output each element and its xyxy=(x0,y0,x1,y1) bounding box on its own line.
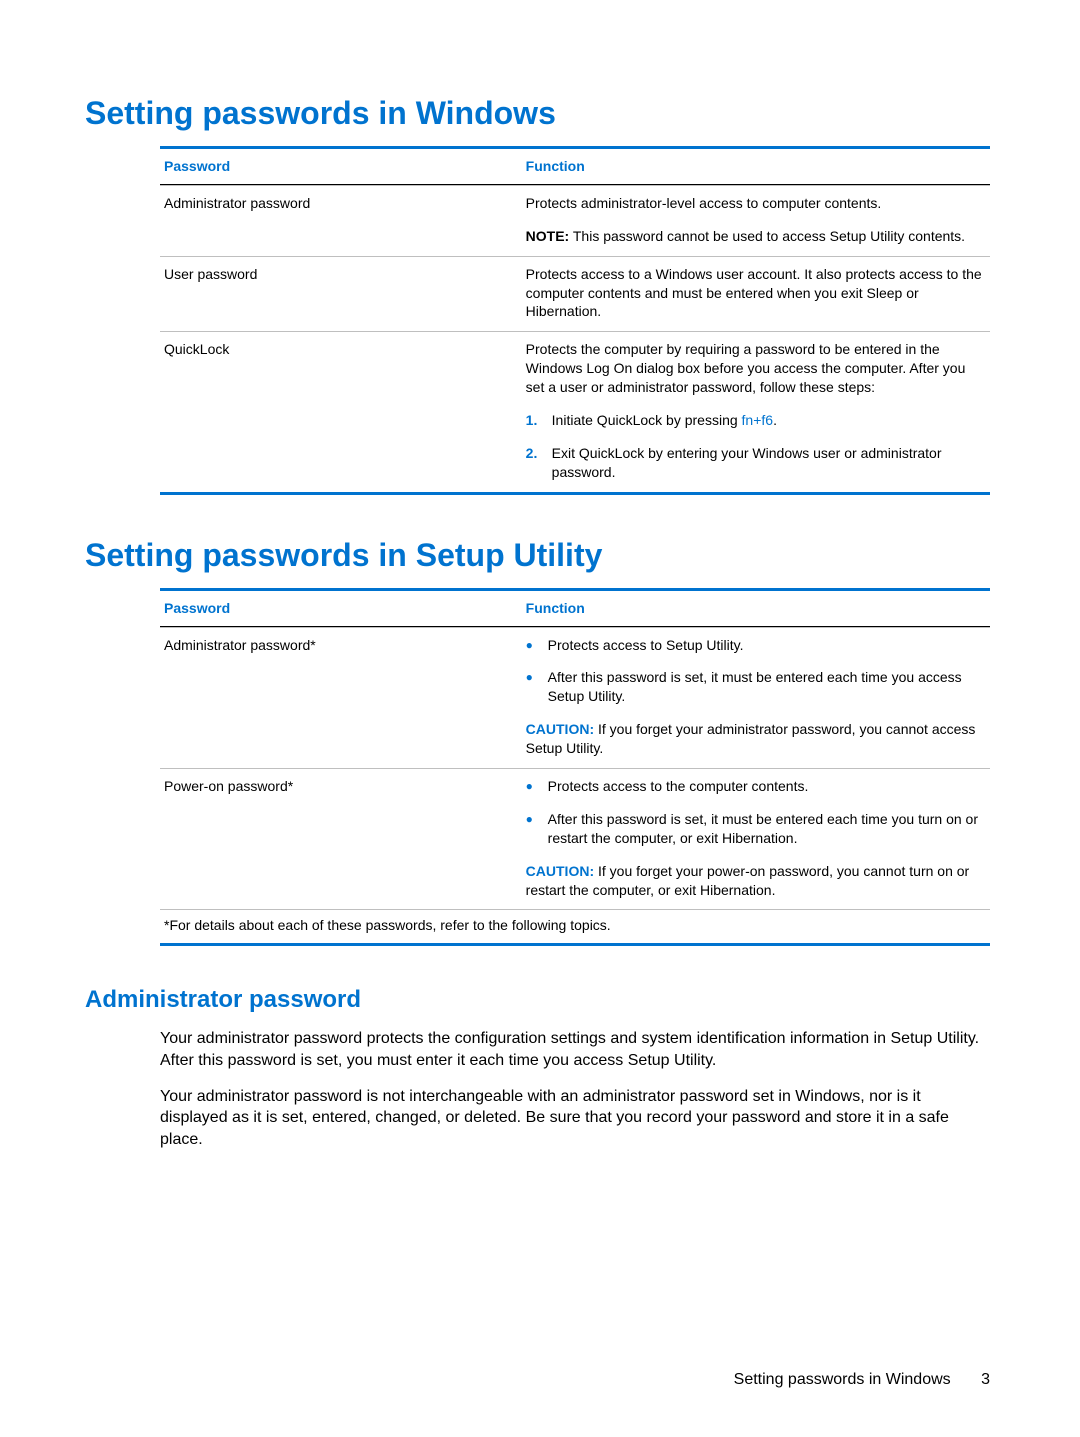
table-footnote: *For details about each of these passwor… xyxy=(160,909,990,943)
caution-text: If you forget your administrator passwor… xyxy=(526,721,976,756)
bullet-icon: ● xyxy=(526,636,534,655)
cell-password-name: User password xyxy=(164,265,526,322)
bullet-item: ● Protects access to Setup Utility. xyxy=(526,636,986,655)
table-row: User password Protects access to a Windo… xyxy=(160,256,990,332)
heading-setup-utility-passwords: Setting passwords in Setup Utility xyxy=(85,537,990,574)
heading-administrator-password: Administrator password xyxy=(85,986,990,1014)
bullet-text: Protects access to Setup Utility. xyxy=(548,636,744,655)
key-combo: fn+f6 xyxy=(742,412,774,428)
step-2: 2. Exit QuickLock by entering your Windo… xyxy=(526,444,986,482)
paragraph: Your administrator password protects the… xyxy=(160,1028,990,1071)
table-header-row: Password Function xyxy=(160,591,990,627)
cell-password-name: Administrator password* xyxy=(164,636,526,758)
note-block: NOTE: This password cannot be used to ac… xyxy=(526,227,986,246)
paragraph: Your administrator password is not inter… xyxy=(160,1086,990,1151)
table-row: QuickLock Protects the computer by requi… xyxy=(160,331,990,491)
note-label: NOTE: xyxy=(526,228,570,244)
table-row: Administrator password* ● Protects acces… xyxy=(160,627,990,768)
bullet-text: After this password is set, it must be e… xyxy=(548,810,986,848)
bullet-icon: ● xyxy=(526,777,534,796)
cell-function: Protects administrator-level access to c… xyxy=(526,194,986,246)
table-windows-passwords: Password Function Administrator password… xyxy=(160,146,990,495)
caution-label: CAUTION: xyxy=(526,863,594,879)
document-page: Setting passwords in Windows Password Fu… xyxy=(0,0,1080,1200)
step-text-part: Initiate QuickLock by pressing xyxy=(552,412,742,428)
cell-password-name: Power-on password* xyxy=(164,777,526,899)
step-number: 1. xyxy=(526,411,538,430)
step-text: Initiate QuickLock by pressing fn+f6. xyxy=(552,411,777,430)
cell-function: ● Protects access to Setup Utility. ● Af… xyxy=(526,636,986,758)
bullet-text: After this password is set, it must be e… xyxy=(548,668,986,706)
function-text: Protects access to a Windows user accoun… xyxy=(526,265,986,322)
footer-title: Setting passwords in Windows xyxy=(734,1371,951,1388)
bullet-item: ● After this password is set, it must be… xyxy=(526,668,986,706)
bullet-icon: ● xyxy=(526,668,534,706)
col-header-function: Function xyxy=(526,157,986,176)
cell-function: Protects the computer by requiring a pas… xyxy=(526,340,986,481)
table-row: Power-on password* ● Protects access to … xyxy=(160,768,990,909)
bullet-item: ● After this password is set, it must be… xyxy=(526,810,986,848)
bullet-icon: ● xyxy=(526,810,534,848)
caution-block: CAUTION: If you forget your power-on pas… xyxy=(526,862,986,900)
cell-password-name: Administrator password xyxy=(164,194,526,246)
step-1: 1. Initiate QuickLock by pressing fn+f6. xyxy=(526,411,986,430)
step-text: Exit QuickLock by entering your Windows … xyxy=(552,444,986,482)
note-text: This password cannot be used to access S… xyxy=(569,228,965,244)
col-header-password: Password xyxy=(164,599,526,618)
function-text: Protects the computer by requiring a pas… xyxy=(526,340,986,397)
bullet-item: ● Protects access to the computer conten… xyxy=(526,777,986,796)
step-number: 2. xyxy=(526,444,538,482)
table-row: Administrator password Protects administ… xyxy=(160,185,990,256)
table-header-row: Password Function xyxy=(160,149,990,185)
cell-password-name: QuickLock xyxy=(164,340,526,481)
heading-windows-passwords: Setting passwords in Windows xyxy=(85,95,990,132)
table-setup-utility-passwords: Password Function Administrator password… xyxy=(160,588,990,947)
step-text-part: . xyxy=(773,412,777,428)
page-number: 3 xyxy=(981,1371,990,1388)
bullet-text: Protects access to the computer contents… xyxy=(548,777,809,796)
caution-block: CAUTION: If you forget your administrato… xyxy=(526,720,986,758)
col-header-password: Password xyxy=(164,157,526,176)
body-text-block: Your administrator password protects the… xyxy=(160,1028,990,1150)
cell-function: ● Protects access to the computer conten… xyxy=(526,777,986,899)
cell-function: Protects access to a Windows user accoun… xyxy=(526,265,986,322)
caution-label: CAUTION: xyxy=(526,721,594,737)
col-header-function: Function xyxy=(526,599,986,618)
page-footer: Setting passwords in Windows 3 xyxy=(734,1371,990,1389)
function-text: Protects administrator-level access to c… xyxy=(526,194,986,213)
